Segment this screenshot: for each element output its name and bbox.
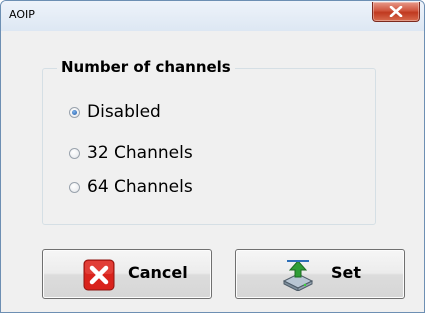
- cancel-label: Cancel: [128, 263, 188, 282]
- close-button[interactable]: [372, 2, 420, 22]
- radio-64-channels[interactable]: 64 Channels: [69, 176, 193, 198]
- radio-label[interactable]: 32 Channels: [87, 143, 193, 163]
- radio-disabled[interactable]: Disabled: [69, 101, 161, 123]
- set-button[interactable]: Set: [235, 249, 405, 299]
- drive-upload-icon: [281, 259, 315, 295]
- set-label: Set: [331, 263, 362, 282]
- group-title: Number of channels: [57, 57, 235, 77]
- dialog-window: AOIP Number of channels Disabled 32 Chan…: [0, 0, 425, 313]
- close-icon: [389, 6, 403, 17]
- cancel-x-icon: [83, 259, 115, 295]
- cancel-button[interactable]: Cancel: [42, 249, 212, 299]
- radio-button-icon[interactable]: [69, 106, 80, 118]
- radio-button-icon[interactable]: [69, 147, 80, 159]
- title-bar[interactable]: AOIP: [1, 1, 424, 31]
- radio-label[interactable]: 64 Channels: [87, 177, 193, 197]
- radio-32-channels[interactable]: 32 Channels: [69, 142, 193, 164]
- window-title: AOIP: [9, 8, 35, 21]
- radio-label[interactable]: Disabled: [87, 102, 161, 122]
- dialog-body: Number of channels Disabled 32 Channels …: [9, 31, 416, 305]
- radio-button-icon[interactable]: [69, 181, 80, 193]
